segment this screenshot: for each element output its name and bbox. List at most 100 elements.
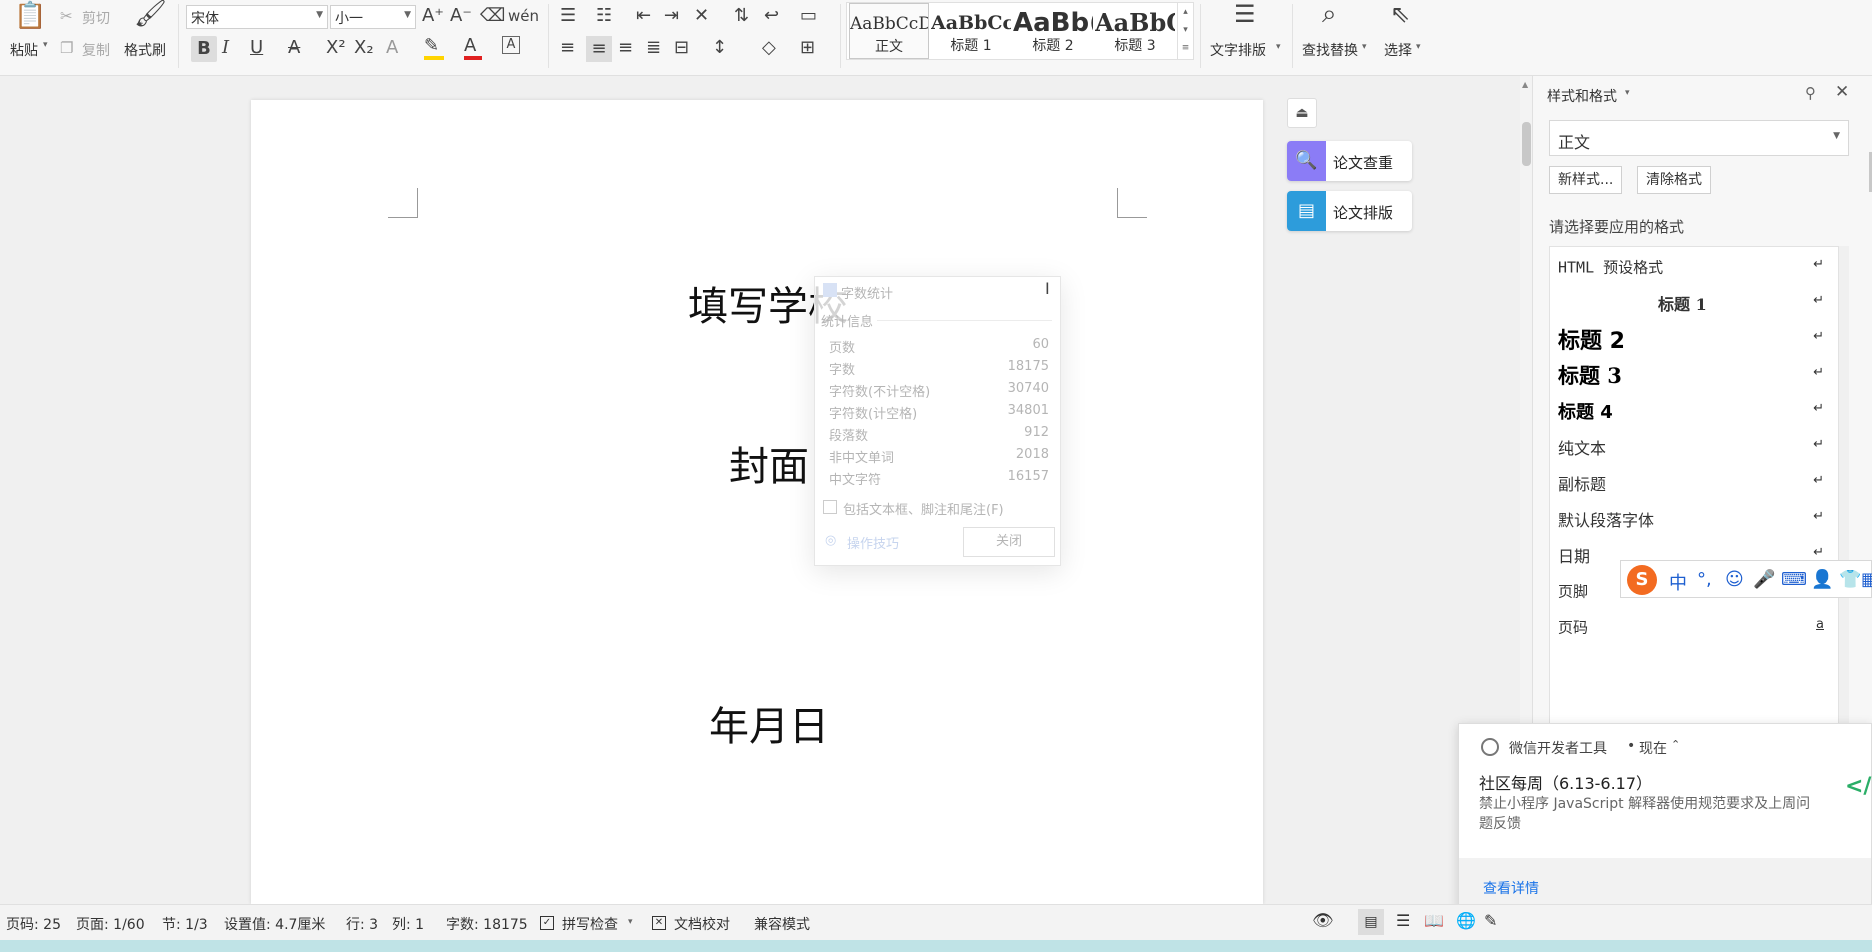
include-textbox-checkbox[interactable] <box>823 500 837 514</box>
increase-indent-icon[interactable]: ⇥ <box>664 6 679 26</box>
shading-icon[interactable]: ◇ <box>762 38 776 58</box>
document-page[interactable]: 填写学校 封面 年月日 <box>251 100 1263 904</box>
shrink-font-icon[interactable]: A⁻ <box>450 6 472 26</box>
decrease-indent-icon[interactable]: ⇤ <box>636 6 651 26</box>
status-page-code[interactable]: 页码: 25 <box>6 914 61 934</box>
new-style-button[interactable]: 新样式... <box>1549 166 1623 194</box>
user-icon[interactable]: 👤 <box>1811 569 1833 590</box>
emoji-icon[interactable]: ☺ <box>1725 569 1744 590</box>
bullet-list-icon[interactable]: ☰ <box>560 6 576 26</box>
status-page[interactable]: 页面: 1/60 <box>76 914 145 934</box>
style-item-heading-1[interactable]: 标题 1 ↵ <box>1558 285 1828 321</box>
page-view-icon[interactable]: ▤ <box>1358 909 1384 935</box>
font-size-select[interactable]: 小一 ▼ <box>330 5 416 29</box>
phonetic-guide-icon[interactable]: wén <box>508 6 539 26</box>
outline-view-icon[interactable]: ☰ <box>1396 911 1410 930</box>
punctuation-icon[interactable]: °, <box>1697 569 1712 590</box>
numbered-list-icon[interactable]: ☷ <box>596 6 612 26</box>
status-row[interactable]: 行: 3 <box>346 914 378 934</box>
web-view-icon[interactable]: 🌐 <box>1456 911 1476 930</box>
text-direction-icon[interactable]: ↩ <box>764 6 779 26</box>
scroll-up-icon[interactable]: ▲ <box>1522 80 1528 89</box>
style-heading-2[interactable]: AaBb( 标题 2 <box>1013 3 1093 59</box>
toolbox-icon[interactable]: ▦ <box>1861 569 1872 590</box>
style-item-heading-4[interactable]: 标题 4 ↵ <box>1558 393 1828 429</box>
search-icon[interactable]: ⌕ <box>1322 1 1337 27</box>
align-left-icon[interactable]: ≡ <box>560 38 575 58</box>
status-word-count[interactable]: 字数: 18175 <box>446 914 528 934</box>
scroll-thumb[interactable] <box>1522 122 1531 166</box>
text-effect-icon[interactable]: A <box>386 38 398 58</box>
styles-scroll[interactable]: ▴ ▾ ≡ <box>1177 3 1193 59</box>
pin-icon[interactable]: ⚲ <box>1805 84 1816 102</box>
bold-icon[interactable]: B <box>191 36 217 62</box>
style-item-subtitle[interactable]: 副标题 ↵ <box>1558 465 1828 501</box>
font-color-icon[interactable]: A <box>464 36 476 56</box>
align-center-icon[interactable]: ≡ <box>586 36 612 62</box>
style-item-html-preformatted[interactable]: HTML 预设格式 ↵ <box>1558 249 1828 285</box>
eye-protection-icon[interactable]: 👁 <box>1312 911 1334 931</box>
skin-icon[interactable]: 👕 <box>1839 569 1861 590</box>
style-item-default-font[interactable]: 默认段落字体 ↵ <box>1558 501 1828 537</box>
writing-mode-icon[interactable]: ✎ <box>1484 911 1497 930</box>
select-button[interactable]: 选择 <box>1384 40 1412 60</box>
sogou-logo-icon[interactable]: S <box>1627 565 1657 595</box>
spell-check-button[interactable]: 拼写检查 <box>562 914 618 934</box>
view-details-link[interactable]: 查看详情 <box>1483 878 1539 898</box>
ime-mode-toggle[interactable]: 中 <box>1669 569 1687 595</box>
align-right-icon[interactable]: ≡ <box>618 38 633 58</box>
chinese-layout-icon[interactable]: ✕ <box>694 6 709 26</box>
copy-button[interactable]: 复制 <box>82 40 110 60</box>
paste-button[interactable]: 粘贴 <box>10 40 38 60</box>
doc-line-cover[interactable]: 封面 <box>729 434 809 492</box>
microphone-icon[interactable]: 🎤 <box>1753 569 1775 590</box>
style-item-page-number[interactable]: 页码 a <box>1558 609 1828 645</box>
status-section[interactable]: 节: 1/3 <box>162 914 208 934</box>
format-painter-icon[interactable]: 🖌 <box>134 1 167 27</box>
paper-check-button[interactable]: 🔍 论文查重 <box>1287 141 1412 181</box>
char-border-icon[interactable]: A <box>502 36 520 54</box>
find-replace-button[interactable]: 查找替换 <box>1302 40 1358 60</box>
italic-icon[interactable]: I <box>222 38 229 58</box>
text-layout-icon[interactable]: ☰ <box>1234 2 1256 26</box>
close-button[interactable]: 关闭 <box>963 527 1055 557</box>
font-name-select[interactable]: 宋体 ▼ <box>186 5 328 29</box>
justify-icon[interactable]: ≣ <box>646 38 661 58</box>
line-spacing-icon[interactable]: ↕ <box>712 38 727 58</box>
chevron-up-icon[interactable]: ⌃ <box>1671 738 1680 751</box>
status-setting[interactable]: 设置值: 4.7厘米 <box>224 914 325 934</box>
sort-icon[interactable]: ⇅ <box>734 6 749 26</box>
style-heading-3[interactable]: AaBbC 标题 3 <box>1095 3 1175 59</box>
paste-dropdown-icon[interactable]: ▾ <box>43 40 48 50</box>
underline-icon[interactable]: U <box>250 38 263 58</box>
system-notification[interactable]: 微信开发者工具 • 现在 ⌃ 社区每周（6.13-6.17） 禁止小程序 Jav… <box>1458 723 1872 919</box>
paper-layout-button[interactable]: ▤ 论文排版 <box>1287 191 1412 231</box>
clear-format-button[interactable]: 清除格式 <box>1637 166 1711 194</box>
paste-icon[interactable]: 📋 <box>14 3 46 29</box>
borders-icon[interactable]: ⊞ <box>800 38 815 58</box>
grow-font-icon[interactable]: A⁺ <box>422 6 444 26</box>
panel-title[interactable]: 样式和格式 <box>1547 86 1617 106</box>
doc-proof-button[interactable]: 文档校对 <box>674 914 730 934</box>
highlight-icon[interactable]: ✎ <box>424 36 439 56</box>
keyboard-icon[interactable]: ⌨ <box>1781 569 1807 590</box>
clear-format-icon[interactable]: ⌫ <box>480 6 505 26</box>
doc-line-date[interactable]: 年月日 <box>709 694 829 752</box>
style-item-heading-3[interactable]: 标题 3 ↵ <box>1558 357 1828 393</box>
subscript-icon[interactable]: X₂ <box>354 38 374 58</box>
text-layout-button[interactable]: 文字排版 <box>1210 40 1266 60</box>
style-heading-1[interactable]: AaBbCcI 标题 1 <box>931 3 1011 59</box>
strikethrough-icon[interactable]: A <box>288 38 300 58</box>
ruler-icon[interactable]: ▭ <box>800 6 817 26</box>
format-painter-button[interactable]: 格式刷 <box>124 40 166 60</box>
style-item-heading-2[interactable]: 标题 2 ↵ <box>1558 321 1828 357</box>
cut-button[interactable]: 剪切 <box>82 8 110 28</box>
current-style-select[interactable]: 正文 ▼ <box>1549 120 1849 156</box>
style-normal[interactable]: AaBbCcDd 正文 <box>849 3 929 59</box>
distributed-icon[interactable]: ⊟ <box>674 38 689 58</box>
superscript-icon[interactable]: X² <box>326 38 346 58</box>
close-icon[interactable]: ✕ <box>1835 82 1849 102</box>
collapse-icon[interactable]: ⏏ <box>1287 98 1317 128</box>
style-item-plain-text[interactable]: 纯文本 ↵ <box>1558 429 1828 465</box>
status-col[interactable]: 列: 1 <box>392 914 424 934</box>
